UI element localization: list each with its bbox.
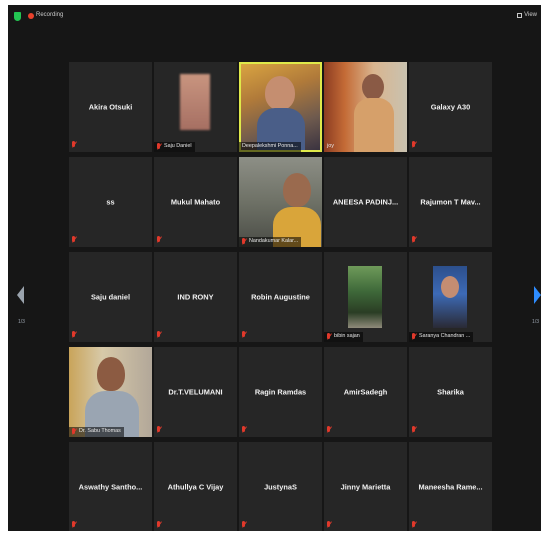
top-bar: Recording View bbox=[8, 5, 541, 27]
person-silhouette bbox=[97, 357, 125, 391]
participant-name: Mukul Mahato bbox=[170, 197, 221, 207]
participant-video-tile-active-speaker[interactable]: Deepalekshmi Ponna... bbox=[239, 62, 322, 152]
participant-video-tile[interactable]: Dr. Sabu Thomas bbox=[69, 347, 152, 437]
muted-mic-icon bbox=[411, 521, 417, 529]
participant-name: Saju daniel bbox=[90, 292, 131, 302]
page-indicator-right: 1/3 bbox=[532, 319, 539, 325]
muted-mic-icon bbox=[156, 426, 162, 434]
muted-mic-icon bbox=[156, 331, 162, 339]
participant-tile[interactable]: Akira Otsuki bbox=[69, 62, 152, 152]
view-label: View bbox=[524, 12, 537, 18]
participant-video-tile[interactable]: Nandakumar Kalar... bbox=[239, 157, 322, 247]
gallery-grid: Akira Otsuki Saju Daniel Deepalekshmi Po… bbox=[69, 62, 492, 531]
participant-name: Akira Otsuki bbox=[88, 102, 133, 112]
muted-mic-icon bbox=[326, 521, 332, 529]
participant-tile[interactable]: Athullya C Vijay bbox=[154, 442, 237, 531]
muted-mic-icon bbox=[411, 141, 417, 149]
muted-mic-icon bbox=[241, 238, 247, 246]
participant-tile[interactable]: Saju daniel bbox=[69, 252, 152, 342]
muted-mic-icon bbox=[156, 521, 162, 529]
participant-tile[interactable]: IND RONY bbox=[154, 252, 237, 342]
participant-name: Robin Augustine bbox=[251, 292, 310, 302]
participant-tile[interactable]: Jinny Marietta bbox=[324, 442, 407, 531]
muted-mic-icon bbox=[326, 333, 332, 341]
participant-video-tile[interactable]: Saranya Chandran ... bbox=[409, 252, 492, 342]
security-shield-icon[interactable] bbox=[14, 12, 21, 21]
participant-name: Maneesha Rame... bbox=[418, 482, 483, 492]
participant-name: ss bbox=[106, 197, 115, 207]
muted-mic-icon bbox=[71, 428, 77, 436]
participant-tile[interactable]: Rajumon T Mav... bbox=[409, 157, 492, 247]
muted-mic-icon bbox=[411, 236, 417, 244]
video-name-label: Saju Daniel bbox=[154, 142, 195, 152]
meeting-window: Recording View 1/3 1/3 Akira Otsuki Saju… bbox=[8, 5, 541, 531]
participant-name: ANEESA PADINJ... bbox=[332, 197, 399, 207]
muted-mic-icon bbox=[411, 333, 417, 341]
muted-mic-icon bbox=[71, 236, 77, 244]
participant-name: Jinny Marietta bbox=[340, 482, 391, 492]
participant-name: Sharika bbox=[437, 387, 464, 397]
muted-mic-icon bbox=[241, 426, 247, 434]
muted-mic-icon bbox=[156, 236, 162, 244]
participant-video bbox=[180, 74, 210, 130]
participant-tile[interactable]: AmirSadegh bbox=[324, 347, 407, 437]
person-silhouette bbox=[441, 276, 459, 298]
participant-name: IND RONY bbox=[177, 292, 214, 302]
participant-tile[interactable]: ANEESA PADINJ... bbox=[324, 157, 407, 247]
person-silhouette bbox=[265, 76, 295, 110]
muted-mic-icon bbox=[71, 331, 77, 339]
video-name-label: bibin sajan bbox=[324, 332, 363, 342]
participant-name: Aswathy Santho... bbox=[78, 482, 143, 492]
recording-label: Recording bbox=[36, 12, 64, 18]
muted-mic-icon bbox=[411, 426, 417, 434]
page-indicator-left: 1/3 bbox=[18, 319, 25, 325]
recording-icon bbox=[28, 13, 34, 19]
participant-tile[interactable]: Dr.T.VELUMANI bbox=[154, 347, 237, 437]
grid-view-icon bbox=[517, 12, 523, 18]
person-body bbox=[354, 98, 394, 152]
participant-name: AmirSadegh bbox=[343, 387, 388, 397]
muted-mic-icon bbox=[241, 521, 247, 529]
person-silhouette bbox=[362, 74, 384, 100]
participant-video-tile[interactable]: Saju Daniel bbox=[154, 62, 237, 152]
muted-mic-icon bbox=[241, 331, 247, 339]
participant-tile[interactable]: Galaxy A30 bbox=[409, 62, 492, 152]
participant-video-tile[interactable]: bibin sajan bbox=[324, 252, 407, 342]
participant-video bbox=[348, 266, 382, 328]
participant-tile[interactable]: Robin Augustine bbox=[239, 252, 322, 342]
video-name-label: Nandakumar Kalar... bbox=[239, 237, 302, 247]
participant-name: Ragin Ramdas bbox=[254, 387, 307, 397]
participant-name: Athullya C Vijay bbox=[167, 482, 224, 492]
video-name-label: Dr. Sabu Thomas bbox=[69, 427, 124, 437]
participant-tile[interactable]: Mukul Mahato bbox=[154, 157, 237, 247]
participant-tile[interactable]: Sharika bbox=[409, 347, 492, 437]
video-name-label: Saranya Chandran ... bbox=[409, 332, 474, 342]
person-silhouette bbox=[283, 173, 311, 207]
participant-name: JustynaS bbox=[264, 482, 297, 492]
next-page-arrow-icon[interactable] bbox=[534, 286, 541, 304]
muted-mic-icon bbox=[326, 426, 332, 434]
participant-tile[interactable]: ss bbox=[69, 157, 152, 247]
participant-name: Dr.T.VELUMANI bbox=[168, 387, 223, 397]
previous-page-arrow-icon[interactable] bbox=[17, 286, 24, 304]
participant-tile[interactable]: JustynaS bbox=[239, 442, 322, 531]
participant-name: Rajumon T Mav... bbox=[420, 197, 481, 207]
video-name-label: Deepalekshmi Ponna... bbox=[239, 142, 301, 152]
muted-mic-icon bbox=[71, 521, 77, 529]
muted-mic-icon bbox=[71, 141, 77, 149]
view-button[interactable]: View bbox=[517, 12, 537, 18]
video-name-label: joy bbox=[327, 143, 334, 149]
participant-video-tile[interactable]: joy bbox=[324, 62, 407, 152]
participant-name: Galaxy A30 bbox=[430, 102, 471, 112]
participant-tile[interactable]: Aswathy Santho... bbox=[69, 442, 152, 531]
participant-tile[interactable]: Maneesha Rame... bbox=[409, 442, 492, 531]
participant-tile[interactable]: Ragin Ramdas bbox=[239, 347, 322, 437]
muted-mic-icon bbox=[156, 143, 162, 151]
